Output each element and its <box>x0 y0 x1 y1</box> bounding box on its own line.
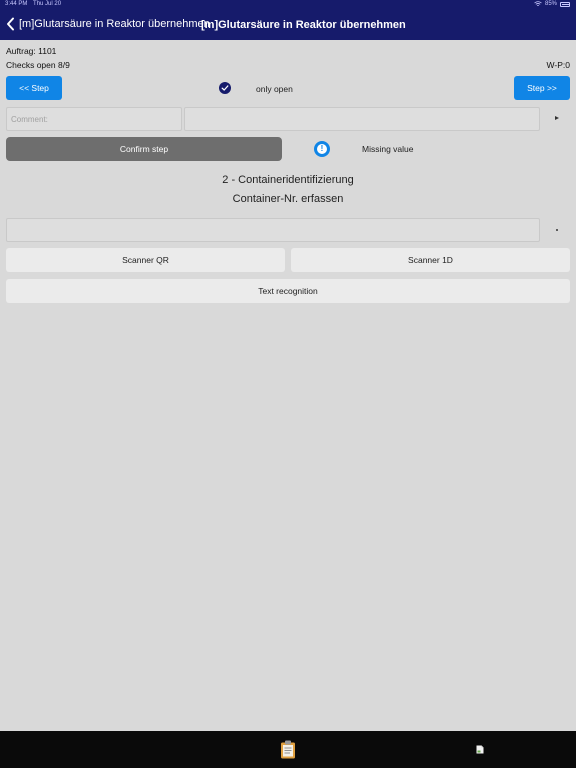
chevron-left-icon <box>7 17 14 31</box>
text-recognition-button[interactable]: Text recognition <box>6 279 570 303</box>
status-date: Thu Jul 20 <box>33 1 62 7</box>
only-open-label: only open <box>256 84 293 94</box>
order-label: Auftrag: 1101 <box>6 46 57 56</box>
comment-value-field[interactable] <box>184 107 540 131</box>
back-button[interactable]: [m]Glutarsäure in Reaktor übernehmen <box>6 17 210 31</box>
navigation-bar: 3:44 PM Thu Jul 20 85% [m]Glutarsäure in… <box>0 0 576 40</box>
missing-value-toggle[interactable]: ! <box>314 141 330 157</box>
dot-icon <box>556 229 558 231</box>
document-icon[interactable] <box>476 745 484 754</box>
page-title: [m]Glutarsäure in Reaktor übernehmen <box>201 19 406 31</box>
scanner-1d-button[interactable]: Scanner 1D <box>291 248 570 272</box>
clipboard-icon[interactable] <box>280 740 296 759</box>
battery-icon <box>560 1 570 7</box>
comment-placeholder: Comment: <box>11 115 48 124</box>
wp-label: W-P:0 <box>546 60 570 70</box>
checks-open-label: Checks open 8/9 <box>6 60 70 70</box>
play-icon[interactable] <box>555 116 559 120</box>
checkmark-icon <box>221 85 229 91</box>
status-bar-time: 3:44 PM Thu Jul 20 <box>5 1 61 7</box>
wifi-icon <box>534 1 542 6</box>
exclamation-icon: ! <box>317 144 327 154</box>
next-step-button[interactable]: Step >> <box>514 76 570 100</box>
status-bar-indicators: 85% <box>534 1 570 7</box>
scanner-qr-button[interactable]: Scanner QR <box>6 248 285 272</box>
previous-step-button[interactable]: << Step <box>6 76 62 100</box>
container-number-input[interactable] <box>6 218 540 242</box>
missing-value-label: Missing value <box>362 144 414 154</box>
status-time: 3:44 PM <box>5 1 28 7</box>
step-heading: 2 - Containeridentifizierung <box>222 174 354 186</box>
confirm-step-button[interactable]: Confirm step <box>6 137 282 161</box>
battery-percent: 85% <box>544 1 557 7</box>
comment-field[interactable]: Comment: <box>6 107 182 131</box>
back-button-label: [m]Glutarsäure in Reaktor übernehmen <box>19 18 210 30</box>
only-open-checkbox[interactable] <box>219 82 231 94</box>
step-prompt: Container-Nr. erfassen <box>232 193 344 205</box>
